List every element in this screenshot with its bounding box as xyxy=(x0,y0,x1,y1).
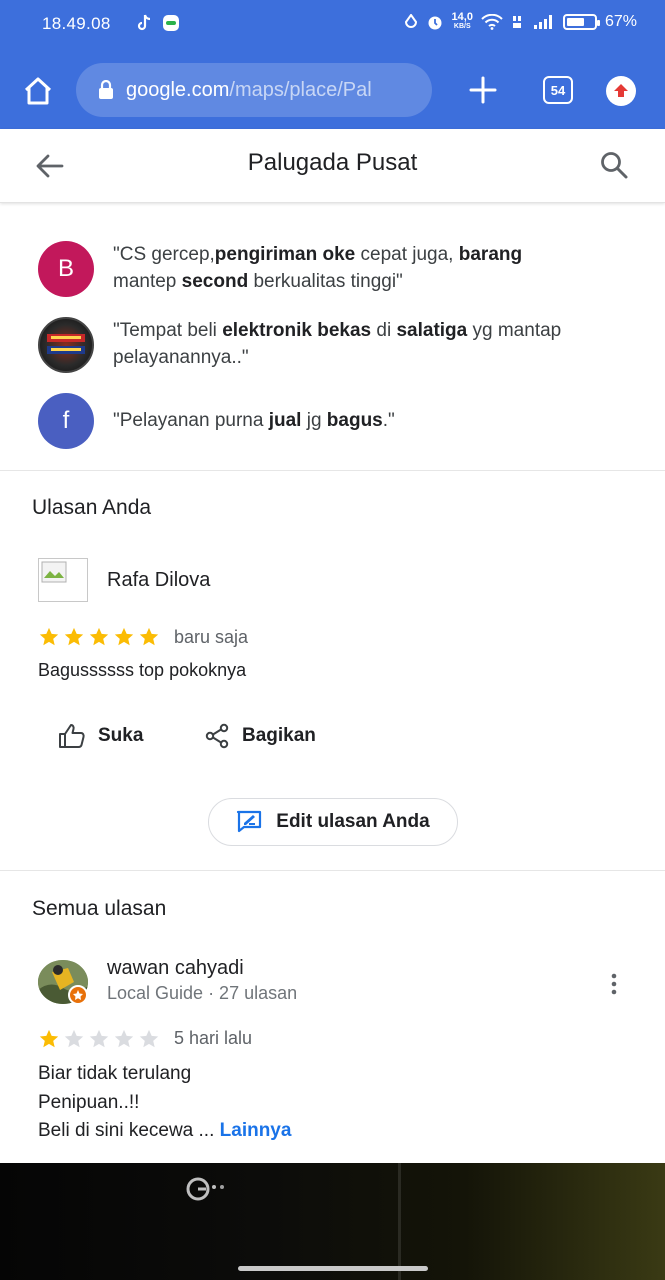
gesture-nav-handle[interactable] xyxy=(238,1266,428,1271)
status-system-icons: 14,0 KB/S 67% xyxy=(404,11,637,31)
review-highlights: B "CS gercep,pengiriman oke cepat juga, … xyxy=(0,203,665,471)
star-icon xyxy=(139,1029,159,1048)
like-button[interactable]: Suka xyxy=(58,723,143,749)
search-icon xyxy=(601,152,628,179)
url-bar[interactable]: google.com/maps/place/Pal xyxy=(76,63,432,117)
avatar: f xyxy=(38,393,94,449)
section-title: Ulasan Anda xyxy=(32,496,152,519)
star-icon xyxy=(114,1029,134,1048)
network-speed: 14,0 KB/S xyxy=(451,11,473,31)
rating-stars xyxy=(38,626,160,648)
battery-icon xyxy=(562,14,600,30)
star-icon xyxy=(139,627,159,646)
star-icon xyxy=(39,627,59,646)
browser-top-bar: 18.49.08 14,0 KB/S 67% google.com/maps/p… xyxy=(0,0,665,129)
star-icon xyxy=(39,1029,59,1048)
more-options-button[interactable] xyxy=(604,971,624,997)
star-icon xyxy=(64,627,84,646)
review-author[interactable]: wawan cahyadi xyxy=(107,957,244,980)
messenger-icon xyxy=(163,15,179,31)
wifi-icon xyxy=(481,14,503,30)
review-text: Bagussssss top pokoknya xyxy=(38,660,247,680)
highlight-quote: "Tempat beli elektronik bekas di salatig… xyxy=(113,320,562,368)
volte-icon xyxy=(512,16,521,28)
review-text: Biar tidak terulang Penipuan..!! Beli di… xyxy=(38,1063,292,1141)
highlight-item[interactable]: f "Pelayanan purna jual jg bagus." xyxy=(38,393,638,449)
review-photos[interactable] xyxy=(0,1163,665,1280)
signal-icon xyxy=(533,15,552,29)
avatar: B xyxy=(38,241,94,297)
rating-stars xyxy=(38,1028,160,1050)
tiktok-icon xyxy=(137,14,151,31)
share-button[interactable]: Bagikan xyxy=(204,723,316,749)
star-icon xyxy=(114,627,134,646)
star-icon xyxy=(89,1029,109,1048)
new-tab-button[interactable] xyxy=(466,73,500,107)
avatar xyxy=(38,317,94,373)
review-time: 5 hari lalu xyxy=(174,1028,253,1048)
plus-icon xyxy=(469,76,497,104)
review-time: baru saja xyxy=(174,627,249,647)
local-guide-badge-icon xyxy=(68,985,88,1005)
edit-review-icon xyxy=(237,810,262,833)
tab-count: 54 xyxy=(550,82,566,98)
tabs-button[interactable]: 54 xyxy=(543,76,573,104)
highlight-quote: "Pelayanan purna jual jg bagus." xyxy=(113,410,395,431)
place-header: Palugada Pusat xyxy=(0,129,665,203)
edit-review-label: Edit ulasan Anda xyxy=(276,811,430,832)
update-icon xyxy=(614,84,628,97)
photo-logo-glare xyxy=(186,1177,224,1201)
search-button[interactable] xyxy=(598,149,630,181)
star-icon xyxy=(89,627,109,646)
status-notification-icons xyxy=(136,14,180,32)
star-icon xyxy=(64,1029,84,1048)
url-host: google.com xyxy=(126,78,230,101)
avatar xyxy=(38,558,88,602)
reviewer-meta: Local Guide · 27 ulasan xyxy=(107,983,298,1003)
highlight-item[interactable]: "Tempat beli elektronik bekas di salatig… xyxy=(38,317,638,373)
section-title: Semua ulasan xyxy=(32,897,167,920)
highlight-quote: "CS gercep,pengiriman oke cepat juga, ba… xyxy=(113,244,523,292)
home-icon xyxy=(24,77,52,105)
more-vert-icon xyxy=(611,973,617,995)
home-button[interactable] xyxy=(20,73,56,109)
edit-review-button[interactable]: Edit ulasan Anda xyxy=(208,798,458,846)
alarm-icon xyxy=(428,16,442,30)
update-button[interactable] xyxy=(606,76,636,106)
thumbs-up-icon xyxy=(59,724,85,748)
like-label: Suka xyxy=(98,725,144,746)
share-icon xyxy=(205,723,229,749)
status-time: 18.49.08 xyxy=(42,14,111,33)
broken-image-icon xyxy=(41,561,67,583)
photo-divider xyxy=(398,1163,401,1280)
store-logo-icon xyxy=(47,334,85,354)
share-label: Bagikan xyxy=(242,725,316,746)
your-review-section: Ulasan Anda Rafa Dilova baru saja Baguss… xyxy=(0,471,665,871)
read-more-link[interactable]: Lainnya xyxy=(220,1120,292,1141)
all-reviews-section: Semua ulasan wawan cahyadi Local Guide ·… xyxy=(0,871,665,1161)
url-path: /maps/place/Pal xyxy=(229,78,372,101)
page-title: Palugada Pusat xyxy=(247,149,418,176)
battery-percent: 67% xyxy=(604,13,637,30)
review-author: Rafa Dilova xyxy=(107,569,211,591)
highlight-item[interactable]: B "CS gercep,pengiriman oke cepat juga, … xyxy=(38,241,638,297)
data-saver-icon xyxy=(404,14,417,28)
lock-icon xyxy=(99,80,113,99)
